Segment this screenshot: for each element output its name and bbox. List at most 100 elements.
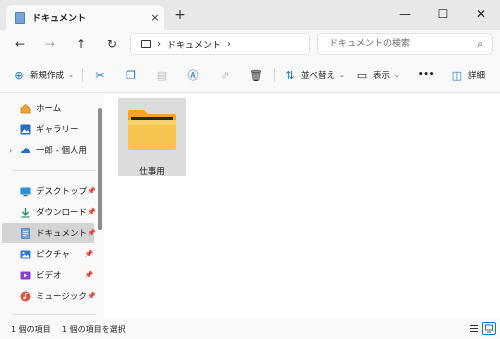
details-button[interactable]: ◫ 詳細 [450,67,485,83]
details-view-button[interactable] [467,322,481,335]
selected-count: 1 個の項目を選択 [62,325,126,334]
this-pc-icon [141,40,151,48]
details-label: 詳細 [468,71,486,81]
cut-icon: ✂ [95,68,105,82]
gallery-icon [20,124,31,135]
chevron-down-icon: ⌄ [68,71,74,79]
back-button[interactable]: ← [11,36,29,52]
desktop-icon [20,186,31,197]
delete-button[interactable]: 🗑 [249,67,263,83]
chevron-down-icon: ⌄ [394,71,400,79]
item-count: 1 個の項目 [11,325,51,334]
folder-name: 仕事用 [139,167,165,177]
up-button[interactable]: ↑ [72,36,90,52]
pin-icon[interactable]: 📌 [87,292,96,300]
paste-icon: ▤ [156,68,168,82]
maximize-button[interactable]: ☐ [424,0,462,28]
tab-title: ドキュメント [32,14,87,24]
search-input[interactable] [327,38,472,50]
download-icon [20,207,31,218]
tiles-view-icon [485,324,493,333]
sidebar-item-label: ダウンロード [36,208,88,218]
sidebar-item-label: ギャラリー [36,125,79,135]
sidebar-item-label: 一郎 - 個人用 [36,146,87,156]
rename-icon: Ⓐ [187,69,199,82]
copy-icon: ❐ [126,68,136,82]
copy-button[interactable]: ❐ [124,67,138,83]
sidebar-item-pictures[interactable]: ピクチャ 📌 [0,244,96,264]
title-bar: ドキュメント × + — ☐ ✕ [0,0,500,30]
tab-documents[interactable]: ドキュメント × [6,5,164,30]
plus-icon: ⊕ [14,68,24,82]
pin-icon[interactable]: 📌 [82,271,96,279]
sidebar-item-label: ミュージック [36,292,87,302]
new-button[interactable]: ⊕ 新規作成 ⌄ [12,67,74,83]
sidebar-item-onedrive[interactable]: › 一郎 - 個人用 [0,140,96,160]
sidebar-item-label: デスクトップ [36,187,88,197]
share-icon: ⇗ [220,68,230,82]
share-button[interactable]: ⇗ [218,67,232,83]
documents-icon [20,227,31,239]
more-icon: ••• [418,70,435,80]
pin-icon[interactable]: 📌 [87,187,96,195]
search-icon: ⌕ [477,38,483,50]
divider [274,68,275,82]
view-button[interactable]: ▭ 表示 ⌄ [355,67,400,83]
file-explorer-window: ドキュメント × + — ☐ ✕ ← → ↑ ↻ › ドキュメント › ⌕ ⊕ … [0,0,500,339]
documents-icon [15,11,25,24]
new-label: 新規作成 [30,71,65,81]
sidebar-item-label: ピクチャ [36,250,70,260]
pin-icon[interactable]: 📌 [87,229,96,237]
forward-button[interactable]: → [41,36,59,52]
refresh-button[interactable]: ↻ [103,36,121,52]
chevron-down-icon: ⌄ [339,71,345,79]
breadcrumb-separator: › [157,38,161,50]
sidebar-scrollbar[interactable] [98,108,102,230]
more-options-button[interactable]: ••• [414,67,434,83]
file-list-area: 仕事用 [104,93,500,319]
new-tab-button[interactable]: + [172,7,188,23]
details-pane-icon: ◫ [451,68,463,82]
command-bar: ⊕ 新規作成 ⌄ ✂ ❐ ▤ Ⓐ ⇗ 🗑 ⇅ 並べ替え ⌄ ▭ 表示 ⌄ •••… [0,58,500,93]
sidebar-item-gallery[interactable]: ギャラリー [0,119,96,139]
pin-icon[interactable]: 📌 [82,250,96,258]
sidebar-item-label: ドキュメント [36,229,88,239]
breadcrumb-documents[interactable]: ドキュメント [167,38,221,51]
paste-button[interactable]: ▤ [155,67,169,83]
minimize-button[interactable]: — [386,0,424,28]
sidebar-item-music[interactable]: ミュージック 📌 [0,286,96,306]
sort-icon: ⇅ [285,68,295,82]
sort-button[interactable]: ⇅ 並べ替え ⌄ [283,67,345,83]
tab-close-icon[interactable]: × [146,11,164,24]
sort-label: 並べ替え [301,71,336,81]
address-row: ← → ↑ ↻ › ドキュメント › ⌕ [0,30,500,58]
status-bar: 1 個の項目 1 個の項目を選択 [0,319,500,339]
pin-icon[interactable]: 📌 [87,208,96,216]
close-button[interactable]: ✕ [462,0,500,28]
sidebar-item-label: ビデオ [36,271,62,281]
navigation-pane: ホーム ギャラリー › 一郎 - 個人用 デスクトップ 📌 ダウンロード 📌 ド… [0,93,104,319]
sidebar-item-videos[interactable]: ビデオ 📌 [0,265,96,285]
folder-item[interactable]: 仕事用 [118,98,186,177]
tiles-view-button[interactable] [482,322,496,335]
address-bar[interactable]: › ドキュメント › [130,33,310,55]
sidebar-item-home[interactable]: ホーム [0,98,96,118]
divider [82,68,83,82]
search-box: ⌕ [317,33,493,55]
breadcrumb-chevron-icon[interactable]: › [227,39,231,50]
view-label: 表示 [373,71,391,81]
rename-button[interactable]: Ⓐ [186,67,200,83]
trash-icon: 🗑 [249,68,263,82]
pictures-icon [20,249,31,260]
divider [12,170,96,171]
onedrive-icon [20,145,31,156]
divider [12,314,96,315]
view-icon: ▭ [356,68,368,82]
chevron-right-icon[interactable]: › [9,146,12,155]
sidebar-item-documents[interactable]: ドキュメント 📌 [2,223,96,243]
sidebar-item-desktop[interactable]: デスクトップ 📌 [0,181,96,201]
sidebar-item-downloads[interactable]: ダウンロード 📌 [0,202,96,222]
home-icon [20,103,31,114]
cut-button[interactable]: ✂ [93,67,107,83]
sidebar-item-label: ホーム [36,104,62,114]
